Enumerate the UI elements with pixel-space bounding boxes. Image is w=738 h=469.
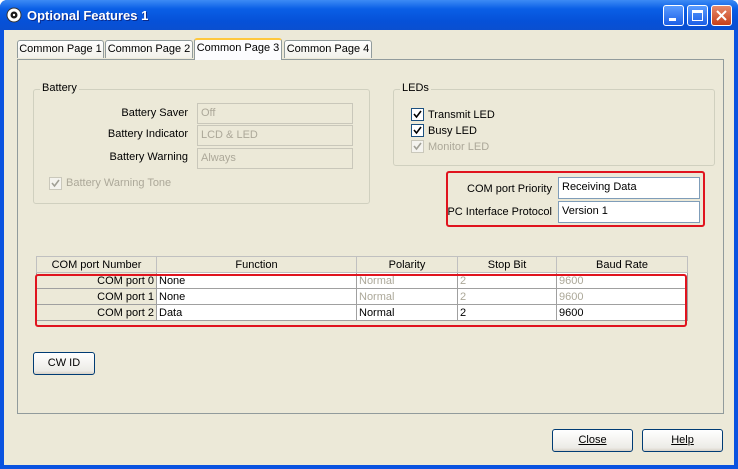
leds-group-title: LEDs [400,82,431,94]
help-button[interactable]: Help [642,429,723,452]
tab-common-page-4[interactable]: Common Page 4 [284,40,372,58]
busy-led-checkbox[interactable] [411,124,424,137]
check-icon [413,126,422,135]
battery-saver-label: Battery Saver [121,107,188,119]
tab-common-page-3[interactable]: Common Page 3 [194,38,282,60]
help-button-label: Help [671,434,694,446]
battery-warning-field[interactable]: Always [197,148,353,169]
close-window-button[interactable] [711,5,732,26]
battery-group-title: Battery [40,82,79,94]
table-header-row: COM port Number Function Polarity Stop B… [36,256,688,273]
dialog-client-area: Common Page 1 Common Page 2 Common Page … [4,30,734,465]
close-icon [716,10,727,21]
header-polarity[interactable]: Polarity [356,256,458,273]
check-icon [413,142,422,151]
battery-warning-tone-label: Battery Warning Tone [66,177,172,189]
com-settings-highlight [446,171,705,227]
header-com-port-number[interactable]: COM port Number [36,256,157,273]
battery-saver-field[interactable]: Off [197,103,353,124]
header-stop-bit[interactable]: Stop Bit [457,256,557,273]
dialog-window: Optional Features 1 Common Page 1 Common… [0,0,738,469]
battery-warning-label: Battery Warning [109,151,188,163]
app-disc-icon [6,7,22,23]
window-title: Optional Features 1 [27,8,149,23]
monitor-led-label: Monitor LED [428,141,490,153]
header-baud-rate[interactable]: Baud Rate [556,256,688,273]
maximize-icon [692,10,703,21]
busy-led-label: Busy LED [428,125,477,137]
tab-common-page-2[interactable]: Common Page 2 [105,40,193,58]
cw-id-button[interactable]: CW ID [33,352,95,375]
close-button[interactable]: Close [552,429,633,452]
transmit-led-label: Transmit LED [428,109,495,121]
tab-common-page-1[interactable]: Common Page 1 [17,40,104,58]
battery-indicator-label: Battery Indicator [107,128,188,140]
monitor-led-checkbox[interactable] [411,140,424,153]
battery-warning-tone-checkbox[interactable] [49,177,62,190]
battery-indicator-field[interactable]: LCD & LED [197,125,353,146]
title-bar[interactable]: Optional Features 1 [0,0,738,30]
close-button-label: Close [578,434,607,446]
minimize-button[interactable] [663,5,684,26]
header-function[interactable]: Function [156,256,357,273]
check-icon [51,179,60,188]
check-icon [413,110,422,119]
minimize-icon [669,18,676,21]
transmit-led-checkbox[interactable] [411,108,424,121]
maximize-button[interactable] [687,5,708,26]
com-rows-highlight [35,274,687,327]
